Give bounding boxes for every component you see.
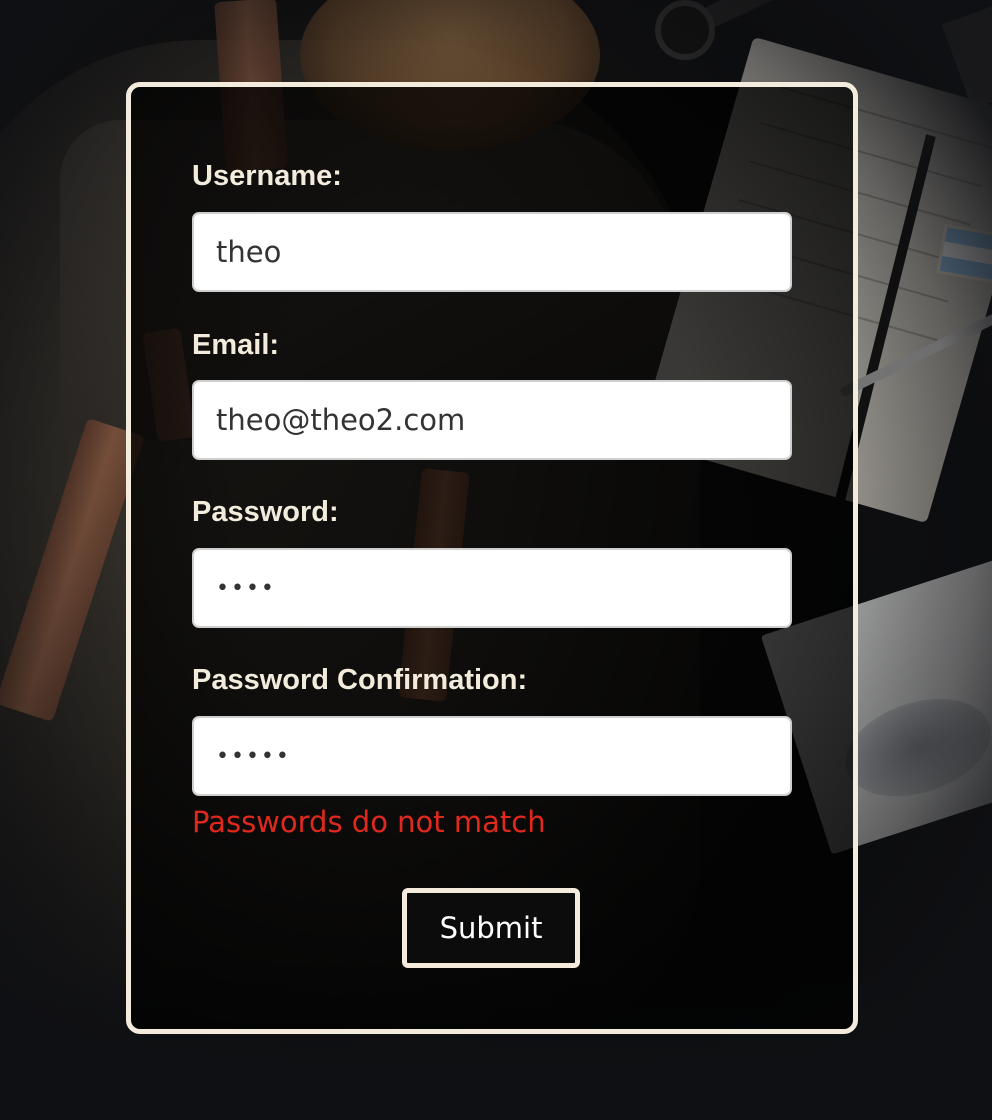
password-input[interactable] [192,548,792,628]
email-input[interactable] [192,380,792,460]
username-input[interactable] [192,212,792,292]
email-label: Email: [192,329,280,361]
password-label: Password: [192,496,339,528]
password-mismatch-error: Passwords do not match [192,805,546,839]
signup-form: Username: Email: Password: Password Conf… [126,82,858,1034]
submit-button[interactable]: Submit [402,888,580,968]
password-confirmation-label: Password Confirmation: [192,664,528,696]
username-label: Username: [192,160,342,192]
password-confirmation-input[interactable] [192,716,792,796]
